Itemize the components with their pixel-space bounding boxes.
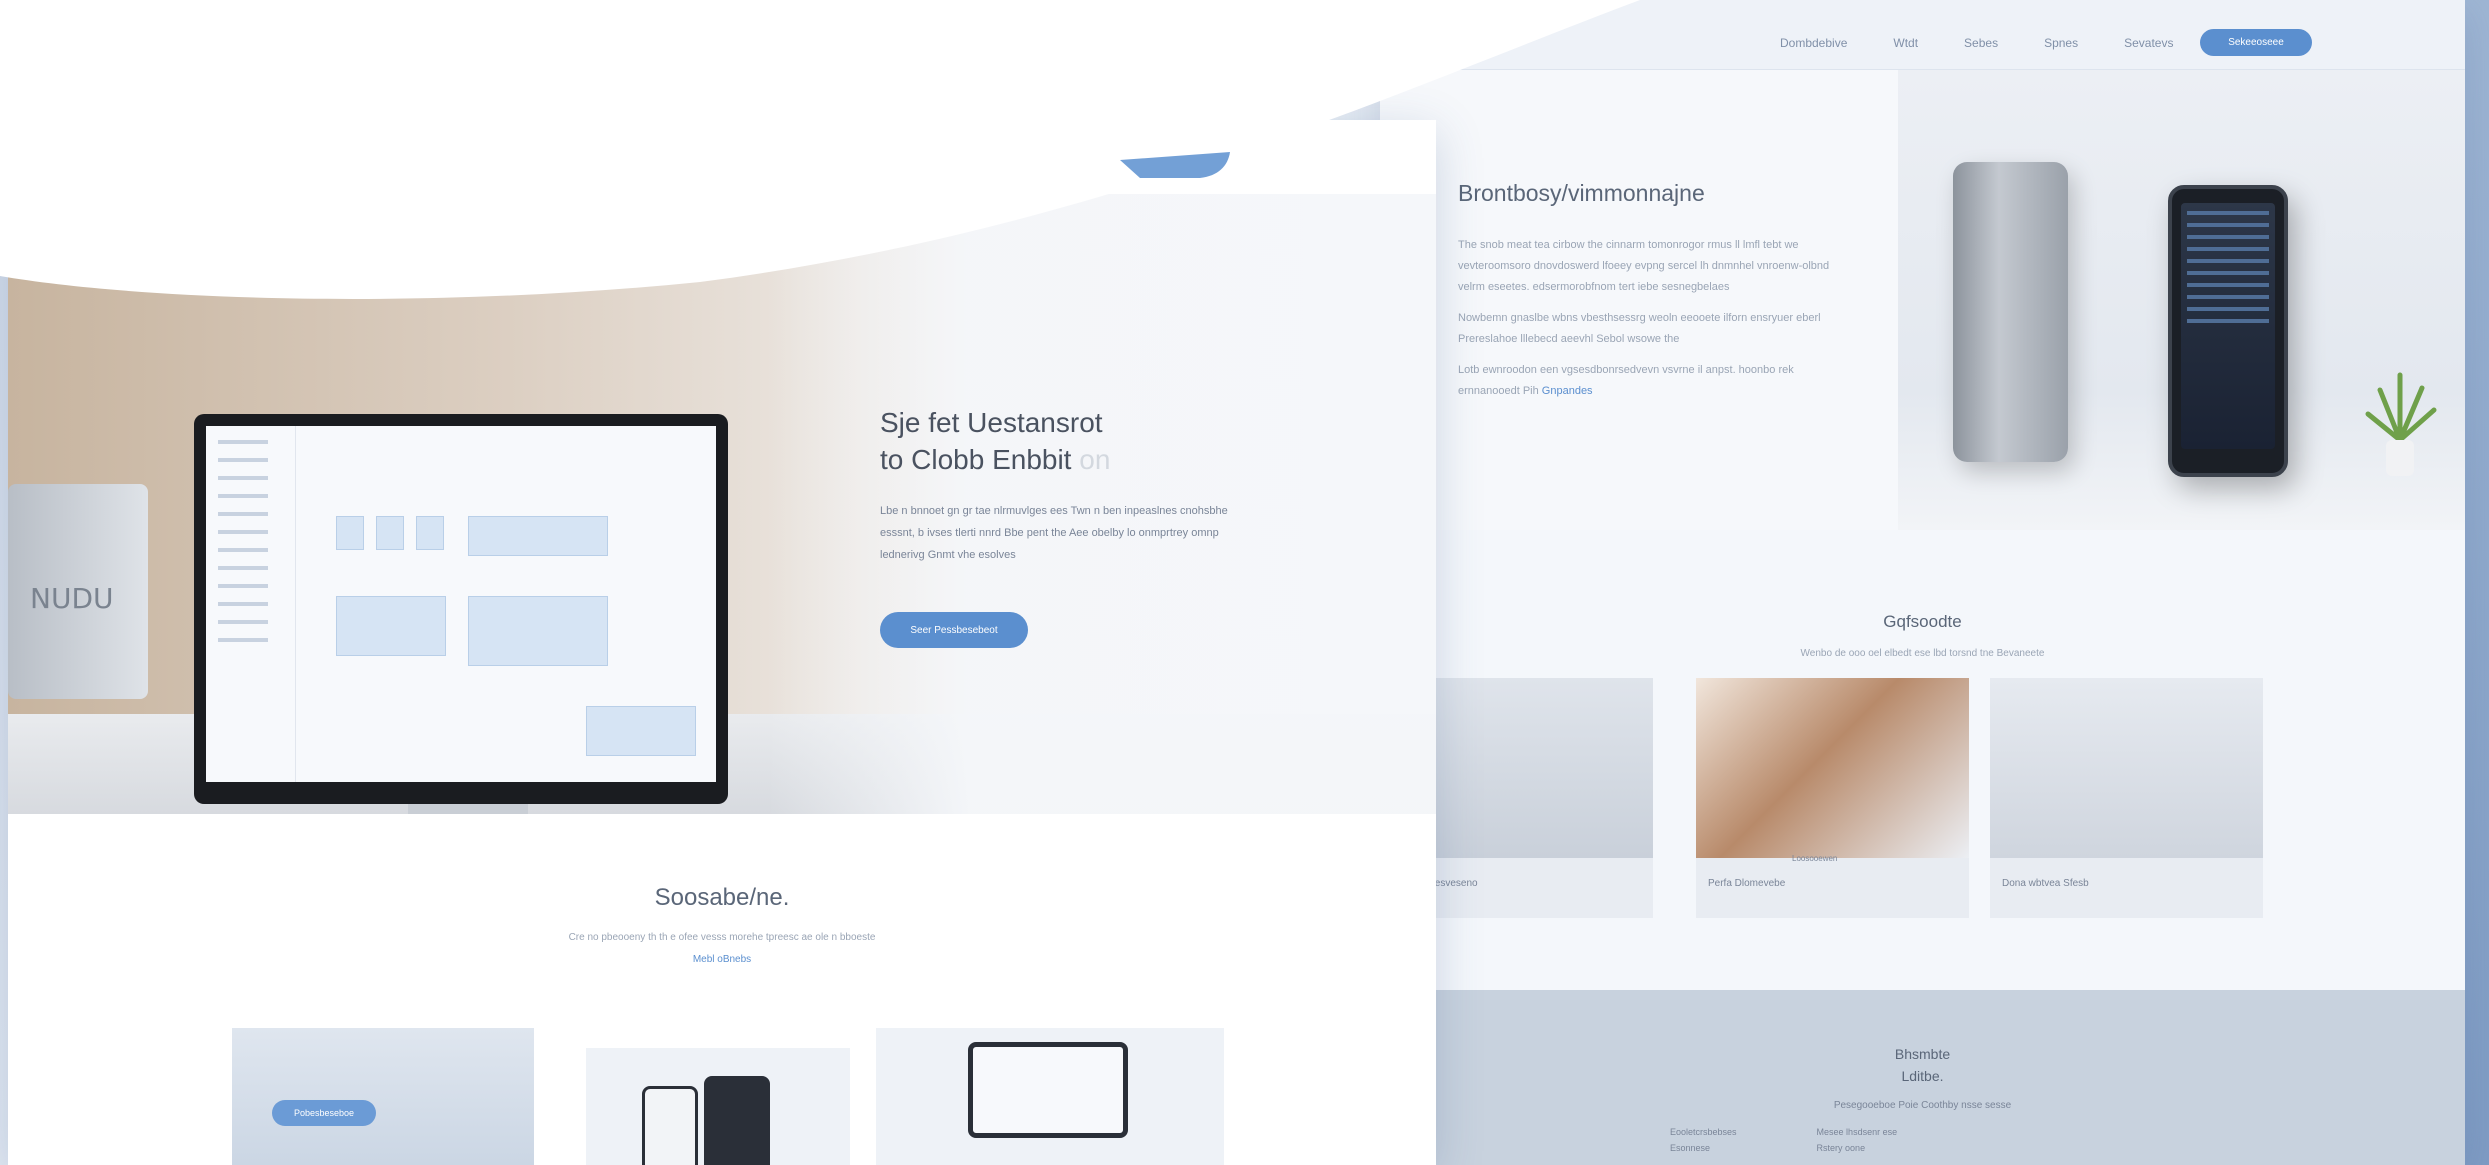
gallery-card-2[interactable]: Loosooewen Perfa Dlomevebe — [1696, 678, 1969, 918]
gallery-caption-2: Perfa Dlomevebe — [1708, 878, 1786, 889]
footer-column-1: Eooletcrsbebses Esonnese — [1670, 1124, 1737, 1156]
monitor-stand — [408, 804, 528, 814]
left-hero-text: Sje fet Uestansrot to Clobb Enbbit on Lb… — [880, 404, 1260, 648]
footer-tagline: Pesegooeboe Poie Coothby nsse sesse — [1833, 1100, 2012, 1111]
nav-links: Dombdebive Wtdt Sebes Spnes Sevatevs — [1780, 36, 2173, 50]
feature-card-1[interactable]: Pobesbeseboe — [232, 1028, 534, 1165]
dark-phone-image — [2168, 185, 2288, 477]
footer-title-line-1: Bhsmbte — [1894, 1046, 1951, 1062]
screen-sidebar — [206, 426, 296, 782]
gallery-tag-2: Loosooewen — [1792, 854, 1838, 863]
right-hero-link[interactable]: Gnpandes — [1542, 385, 1593, 397]
gallery-title: Gqfsoodte — [1883, 612, 1962, 631]
silver-phone-image — [1953, 162, 2068, 462]
nav-link-5[interactable]: Sevatevs — [2124, 36, 2173, 50]
left-section-title: Soosabe/ne. — [654, 884, 790, 911]
card-phone-image — [704, 1076, 770, 1165]
card-tablet-image — [968, 1042, 1128, 1138]
monitor-image — [194, 414, 728, 804]
left-section-link[interactable]: Mebl oBnebs — [8, 954, 1436, 965]
screen-tile — [468, 516, 608, 556]
footer-link[interactable]: Mesee lhsdsenr ese — [1817, 1124, 1898, 1140]
footer-columns: Eooletcrsbebses Esonnese Mesee lhsdsenr … — [1670, 1124, 1897, 1156]
left-hero-button[interactable]: Seer Pessbesebeot — [880, 612, 1028, 648]
left-hero-title-line-2: to Clobb Enbbit — [880, 444, 1072, 475]
feature-card-1-button[interactable]: Pobesbeseboe — [272, 1100, 376, 1126]
feature-card-2[interactable] — [586, 1048, 850, 1165]
screen-tile — [416, 516, 444, 550]
footer-link[interactable]: Rstery oone — [1817, 1140, 1898, 1156]
left-hero-title: Sje fet Uestansrot to Clobb Enbbit on — [880, 404, 1260, 478]
right-hero-paragraph-3: Lotb ewnroodon een vgsesdbonrsedvevn vsv… — [1458, 360, 1838, 402]
left-hero-title-line-1: Sje fet Uestansrot — [880, 407, 1103, 438]
nav-cta-button[interactable]: Sekeeoseee — [2200, 29, 2312, 56]
footer: Bhsmbte Lditbe. Pesegooeboe Poie Coothby… — [1380, 990, 2465, 1165]
gallery-image-3 — [1990, 678, 2263, 858]
left-section: Soosabe/ne. Cre no pbeooeny th th e ofee… — [8, 814, 1436, 1165]
left-hero-title-fade: on — [1079, 444, 1111, 475]
screen-tile — [376, 516, 404, 550]
nav-link-2[interactable]: Wtdt — [1893, 36, 1918, 50]
right-hero-paragraph-2: Nowbemn gnaslbe wbns vbesthsessrg weoln … — [1458, 312, 1821, 345]
screen-tile — [336, 596, 446, 656]
footer-link[interactable]: Eooletcrsbebses — [1670, 1124, 1737, 1140]
left-hero-body: Lbe n bnnoet gn gr tae nlrmuvlges ees Tw… — [880, 505, 1228, 561]
footer-column-2: Mesee lhsdsenr ese Rstery oone — [1817, 1124, 1898, 1156]
side-monitor-image: NUDU — [8, 484, 148, 699]
screen-tile — [468, 596, 608, 666]
monitor-screen — [206, 426, 716, 782]
nav-link-4[interactable]: Spnes — [2044, 36, 2078, 50]
feature-card-3[interactable] — [876, 1028, 1224, 1165]
plant-image — [2365, 372, 2437, 476]
gallery-subtitle: Wenbo de ooo oel elbedt ese lbd torsnd t… — [1800, 648, 2045, 659]
card-phone-image — [642, 1086, 698, 1165]
nav-link-3[interactable]: Sebes — [1964, 36, 1998, 50]
gallery-image-2 — [1696, 678, 1969, 858]
gallery-section: Gqfsoodte Wenbo de ooo oel elbedt ese lb… — [1380, 530, 2465, 990]
curved-overlay — [0, 0, 1640, 299]
phone-screen — [2181, 203, 2275, 449]
gallery-caption-3: Dona wbtvea Sfesb — [2002, 878, 2089, 889]
side-monitor-label: NUDU — [30, 582, 114, 615]
right-hero-paragraph-3-text: Lotb ewnroodon een vgsesdbonrsedvevn vsv… — [1458, 364, 1794, 397]
screen-tile — [336, 516, 364, 550]
right-hero-photo — [1898, 70, 2465, 530]
gallery-card-3[interactable]: Dona wbtvea Sfesb — [1990, 678, 2263, 918]
screen-tile — [586, 706, 696, 756]
footer-link[interactable]: Esonnese — [1670, 1140, 1737, 1156]
left-section-subtitle: Cre no pbeooeny th th e ofee vesss moreh… — [568, 932, 876, 943]
footer-title-line-2: Lditbe. — [1901, 1068, 1944, 1084]
nav-link-1[interactable]: Dombdebive — [1780, 36, 1847, 50]
